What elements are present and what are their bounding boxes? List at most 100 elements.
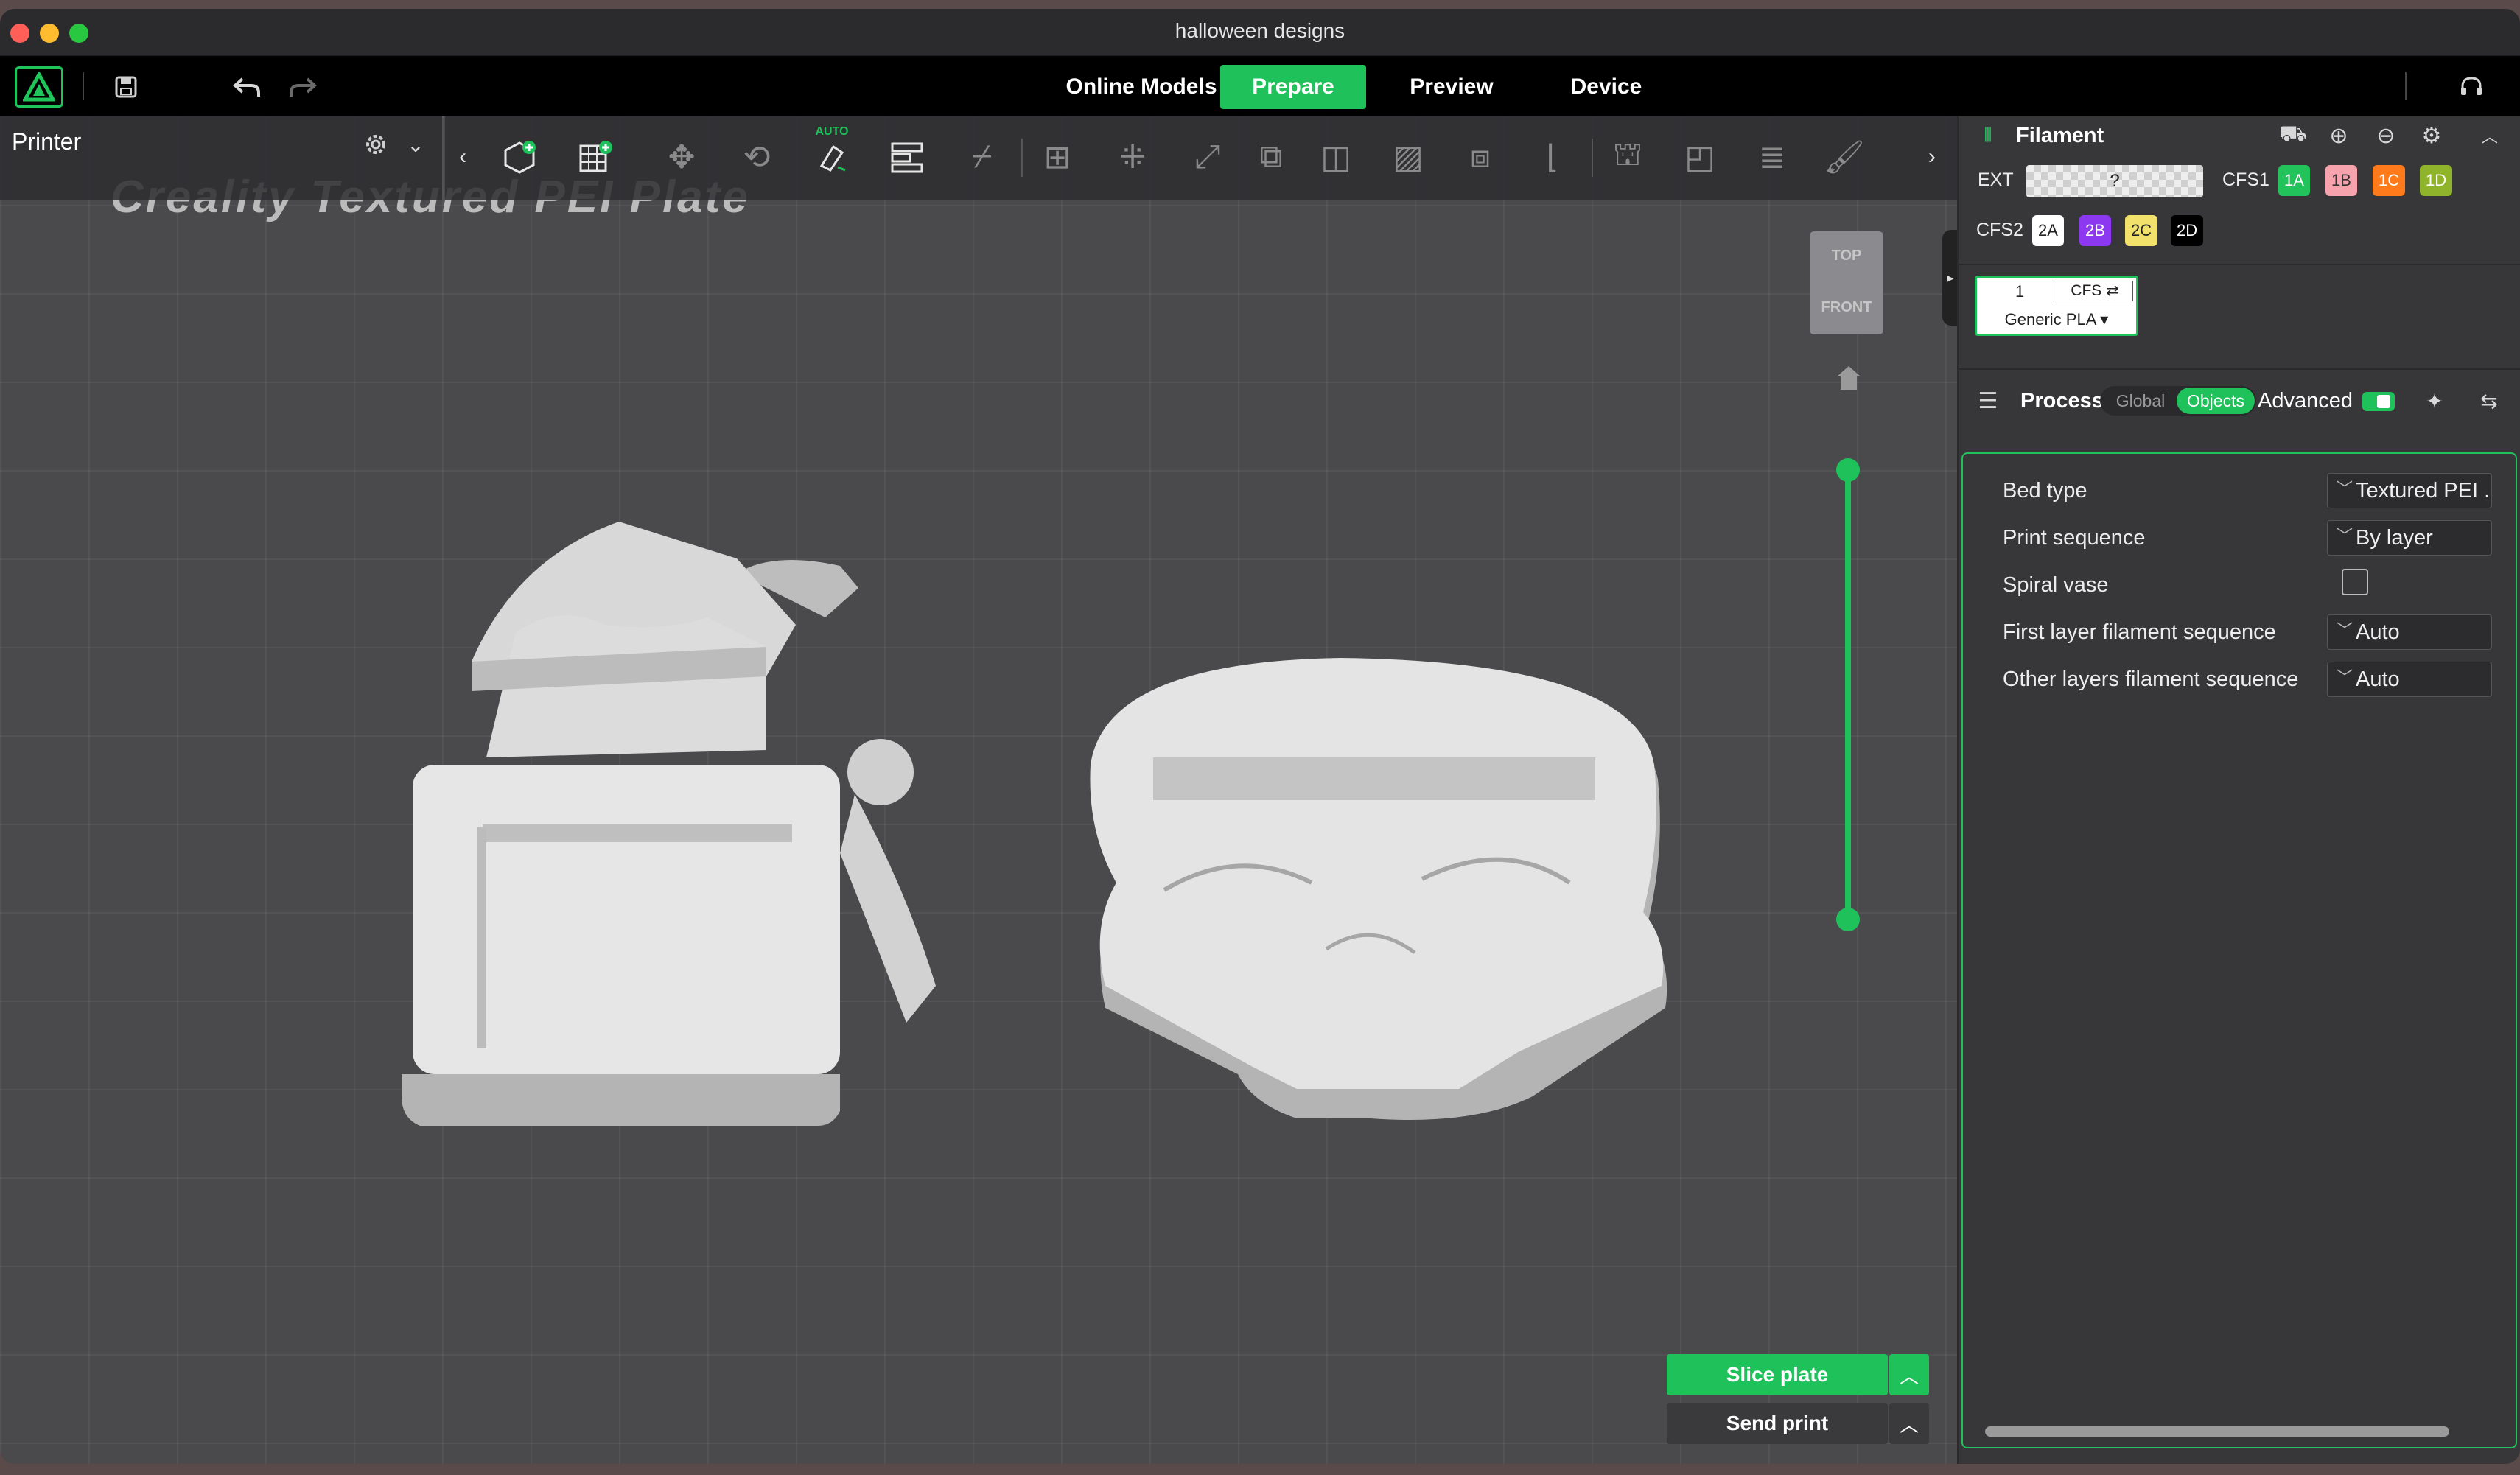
app-logo-icon[interactable] bbox=[15, 66, 63, 108]
right-sidebar: ⦀ Filament ⛟ ⊕ ⊖ ⚙ ︿ EXT ? CFS1 1A 1B 1C… bbox=[1957, 116, 2520, 1464]
layer-slider-bottom-handle[interactable] bbox=[1836, 908, 1860, 931]
add-plate-icon[interactable] bbox=[572, 134, 617, 180]
cfs1-slot-1b[interactable]: 1B bbox=[2325, 165, 2357, 196]
first-layer-filament-sequence-select[interactable]: ﹀ Auto bbox=[2327, 614, 2492, 650]
section-divider bbox=[1959, 368, 2520, 370]
process-settings-box: Bed type ﹀ Textured PEI .. Print sequence… bbox=[1961, 452, 2517, 1448]
redo-icon[interactable] bbox=[284, 65, 321, 109]
auto-orient-icon[interactable]: AUTO bbox=[809, 125, 855, 180]
process-header: ☰ Process Global Objects Advanced ✦ ⇆ bbox=[1959, 377, 2520, 423]
filament-title: Filament bbox=[2016, 124, 2104, 147]
toolbar-scroll-right-icon[interactable]: › bbox=[1917, 134, 1947, 180]
cfs2-slot-2d[interactable]: 2D bbox=[2171, 215, 2204, 246]
cfs1-slot-1a[interactable]: 1A bbox=[2278, 165, 2310, 196]
arrange-icon[interactable] bbox=[884, 134, 930, 180]
toolbar-divider bbox=[1592, 139, 1593, 177]
ext-label: EXT bbox=[1978, 169, 2014, 190]
print-sequence-label: Print sequence bbox=[2003, 526, 2146, 550]
seam-paint-icon[interactable]: ◰ bbox=[1677, 134, 1723, 180]
cfs1-label: CFS1 bbox=[2222, 169, 2269, 190]
slice-options-chevron-icon[interactable]: ︿ bbox=[1889, 1354, 1929, 1395]
filament-material-select[interactable]: Generic PLA ▾ bbox=[1977, 310, 2136, 329]
process-title: Process bbox=[2020, 389, 2104, 413]
emboss-text-icon[interactable]: ≣ bbox=[1749, 134, 1795, 180]
move-icon[interactable]: ✥ bbox=[659, 134, 704, 180]
variable-layer-icon[interactable]: ▨ bbox=[1385, 134, 1431, 180]
mode-global-button[interactable]: Global bbox=[2104, 386, 2177, 416]
tab-online-models[interactable]: Online Models bbox=[1063, 65, 1220, 109]
filament-icon: ⦀ bbox=[1984, 124, 1992, 146]
cut-icon[interactable]: ⧉ bbox=[1248, 134, 1294, 180]
split-parts-icon[interactable]: ⁜ bbox=[1110, 134, 1155, 180]
save-icon[interactable] bbox=[109, 65, 143, 109]
split-objects-icon[interactable]: ⊞ bbox=[1035, 134, 1080, 180]
toolbar-scroll-left-icon[interactable]: ‹ bbox=[448, 134, 477, 180]
send-print-button[interactable]: Send print bbox=[1667, 1403, 1888, 1444]
scale-icon[interactable]: ⤢ bbox=[1185, 134, 1231, 180]
filament-slot-number: 1 bbox=[2015, 282, 2025, 301]
process-compare-icon[interactable]: ⇆ bbox=[2474, 386, 2504, 416]
send-options-chevron-icon[interactable]: ︿ bbox=[1889, 1403, 1929, 1444]
slice-plate-button[interactable]: Slice plate bbox=[1667, 1354, 1888, 1395]
sidebar-collapse-handle[interactable]: ▸ bbox=[1942, 230, 1959, 326]
object-toolbar: ‹ ✥ ⟲ AUTO ⌿ ⊞ ⁜ ⤢ ⧉ ◫ ▨ ⧈ ⌊ ⛫ ◰ ≣ 🖌 › bbox=[445, 116, 1957, 200]
bed-type-value: Textured PEI .. bbox=[2356, 479, 2492, 502]
view-cube-top[interactable]: TOP bbox=[1810, 248, 1883, 264]
cfs2-slot-2a[interactable]: 2A bbox=[2032, 215, 2064, 246]
mode-objects-button[interactable]: Objects bbox=[2177, 388, 2255, 414]
chevron-down-icon: ﹀ bbox=[2337, 480, 2353, 498]
advanced-label: Advanced bbox=[2258, 389, 2353, 413]
layer-slider-top-handle[interactable] bbox=[1836, 458, 1860, 482]
chevron-down-icon: ﹀ bbox=[2337, 621, 2353, 640]
undo-icon[interactable] bbox=[228, 65, 265, 109]
section-divider bbox=[1959, 264, 2520, 265]
tab-prepare[interactable]: Prepare bbox=[1220, 65, 1366, 109]
window-title: halloween designs bbox=[1175, 19, 1345, 42]
home-view-icon[interactable] bbox=[1830, 360, 1867, 396]
boolean-icon[interactable]: ⧈ bbox=[1457, 134, 1503, 180]
print-sequence-value: By layer bbox=[2356, 526, 2433, 550]
cfs1-slot-1c[interactable]: 1C bbox=[2373, 165, 2406, 196]
print-sequence-select[interactable]: ﹀ By layer bbox=[2327, 520, 2492, 556]
cfs2-slot-2c[interactable]: 2C bbox=[2125, 215, 2158, 246]
menu-divider bbox=[83, 72, 84, 100]
add-object-icon[interactable] bbox=[497, 134, 542, 180]
cfs2-slot-2b[interactable]: 2B bbox=[2079, 215, 2111, 246]
support-headset-icon[interactable] bbox=[2452, 65, 2491, 109]
other-layers-filament-sequence-select[interactable]: ﹀ Auto bbox=[2327, 662, 2492, 697]
process-mode-toggle[interactable]: Global Objects bbox=[2100, 386, 2256, 416]
color-paint-icon[interactable]: 🖌 bbox=[1821, 134, 1867, 180]
witch-model[interactable] bbox=[402, 522, 936, 1126]
rotate-icon[interactable]: ⟲ bbox=[734, 134, 780, 180]
lay-on-face-icon[interactable]: ⌿ bbox=[959, 134, 1005, 180]
process-presets-icon[interactable]: ✦ bbox=[2420, 386, 2449, 416]
menu-divider bbox=[2405, 72, 2407, 100]
spiral-vase-checkbox[interactable] bbox=[2342, 569, 2368, 595]
bed-type-select[interactable]: ﹀ Textured PEI .. bbox=[2327, 473, 2492, 508]
cfs1-slot-1d[interactable]: 1D bbox=[2420, 165, 2453, 196]
horizontal-scrollbar[interactable] bbox=[1985, 1426, 2449, 1437]
filament-sync-icon[interactable]: ⛟ bbox=[2277, 121, 2309, 150]
printer-settings-gear-icon[interactable] bbox=[358, 127, 393, 162]
add-filament-icon[interactable]: ⊕ bbox=[2324, 121, 2353, 150]
skull-model[interactable] bbox=[1090, 658, 1667, 1120]
support-paint-icon[interactable]: ⛫ bbox=[1605, 134, 1651, 180]
advanced-toggle[interactable] bbox=[2362, 392, 2395, 411]
printer-expand-chevron-icon[interactable]: ⌄ bbox=[401, 127, 430, 162]
filament-settings-gear-icon[interactable]: ⚙ bbox=[2417, 121, 2446, 150]
ext-slot[interactable]: ? bbox=[2026, 165, 2203, 197]
measure-icon[interactable]: ⌊ bbox=[1530, 134, 1575, 180]
view-cube[interactable]: TOP FRONT bbox=[1810, 231, 1883, 334]
auto-label: AUTO bbox=[815, 125, 849, 138]
tab-device[interactable]: Device bbox=[1540, 65, 1673, 109]
title-bar: halloween designs bbox=[0, 9, 2520, 56]
3d-viewport[interactable]: Slice plate ︿ Send print ︿ bbox=[0, 116, 1957, 1464]
other-layers-filament-sequence-value: Auto bbox=[2356, 668, 2400, 691]
hollow-icon[interactable]: ◫ bbox=[1313, 134, 1359, 180]
tab-preview[interactable]: Preview bbox=[1385, 65, 1518, 109]
filament-slot-source[interactable]: CFS ⇄ bbox=[2057, 281, 2133, 301]
remove-filament-icon[interactable]: ⊖ bbox=[2371, 121, 2401, 150]
filament-slot-card[interactable]: 1 CFS ⇄ Generic PLA ▾ bbox=[1975, 276, 2138, 336]
filament-collapse-icon[interactable]: ︿ bbox=[2479, 121, 2501, 150]
view-cube-front[interactable]: FRONT bbox=[1810, 299, 1883, 316]
